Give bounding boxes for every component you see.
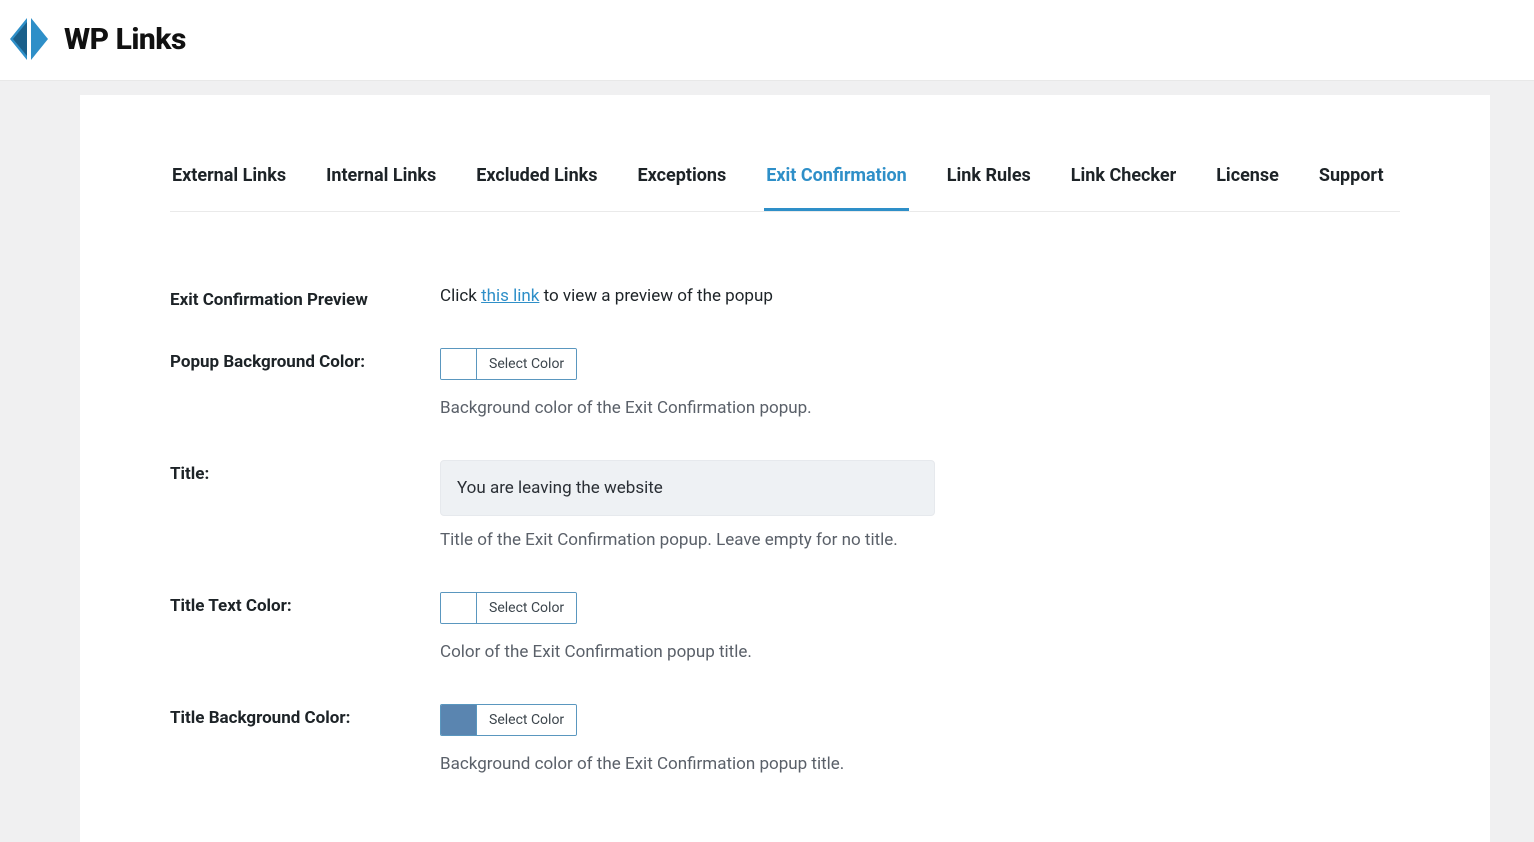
tab-link-rules[interactable]: Link Rules [945, 155, 1033, 211]
tab-excluded-links[interactable]: Excluded Links [474, 155, 599, 211]
popup-bg-color-picker[interactable]: Select Color [440, 348, 577, 380]
tab-support[interactable]: Support [1317, 155, 1386, 211]
settings-panel: External Links Internal Links Excluded Lin… [80, 95, 1490, 842]
tabs-nav: External Links Internal Links Excluded Lin… [170, 155, 1400, 212]
title-bg-color-select-label: Select Color [477, 705, 576, 735]
label-title-background-color: Title Background Color: [170, 690, 440, 802]
title-desc: Title of the Exit Confirmation popup. Le… [440, 530, 1400, 550]
tab-license[interactable]: License [1214, 155, 1281, 211]
preview-text-before: Click [440, 286, 481, 306]
popup-bg-color-swatch [441, 349, 477, 379]
brand-name: WP Links [64, 22, 186, 57]
tab-link-checker[interactable]: Link Checker [1069, 155, 1178, 211]
label-exit-confirmation-preview: Exit Confirmation Preview [170, 272, 440, 334]
popup-bg-desc: Background color of the Exit Confirmatio… [440, 398, 1400, 418]
form-table: Exit Confirmation Preview Click this lin… [170, 272, 1400, 802]
title-text-color-picker[interactable]: Select Color [440, 592, 577, 624]
title-input[interactable] [440, 460, 935, 516]
tab-internal-links[interactable]: Internal Links [324, 155, 438, 211]
tab-exceptions[interactable]: Exceptions [636, 155, 729, 211]
row-title: Title: Title of the Exit Confirmation po… [170, 446, 1400, 578]
row-title-text-color: Title Text Color: Select Color Color of … [170, 578, 1400, 690]
title-text-color-select-label: Select Color [477, 593, 576, 623]
popup-bg-select-color-label: Select Color [477, 349, 576, 379]
title-text-color-swatch [441, 593, 477, 623]
row-title-background-color: Title Background Color: Select Color Bac… [170, 690, 1400, 802]
logo: WP Links [8, 16, 186, 62]
row-exit-confirmation-preview: Exit Confirmation Preview Click this lin… [170, 272, 1400, 334]
preview-text: Click this link to view a preview of the… [440, 286, 773, 306]
tab-external-links[interactable]: External Links [170, 155, 288, 211]
row-popup-background-color: Popup Background Color: Select Color Bac… [170, 334, 1400, 446]
title-bg-color-swatch [441, 705, 477, 735]
tab-exit-confirmation[interactable]: Exit Confirmation [764, 155, 909, 211]
wplinks-logo-icon [8, 16, 50, 62]
title-bg-color-picker[interactable]: Select Color [440, 704, 577, 736]
header-bar: WP Links [0, 0, 1534, 81]
preview-text-after: to view a preview of the popup [539, 286, 772, 306]
title-text-color-desc: Color of the Exit Confirmation popup tit… [440, 642, 1400, 662]
label-title-text-color: Title Text Color: [170, 578, 440, 690]
title-bg-color-desc: Background color of the Exit Confirmatio… [440, 754, 1400, 774]
preview-link[interactable]: this link [481, 286, 539, 306]
label-popup-background-color: Popup Background Color: [170, 334, 440, 446]
label-title: Title: [170, 446, 440, 578]
